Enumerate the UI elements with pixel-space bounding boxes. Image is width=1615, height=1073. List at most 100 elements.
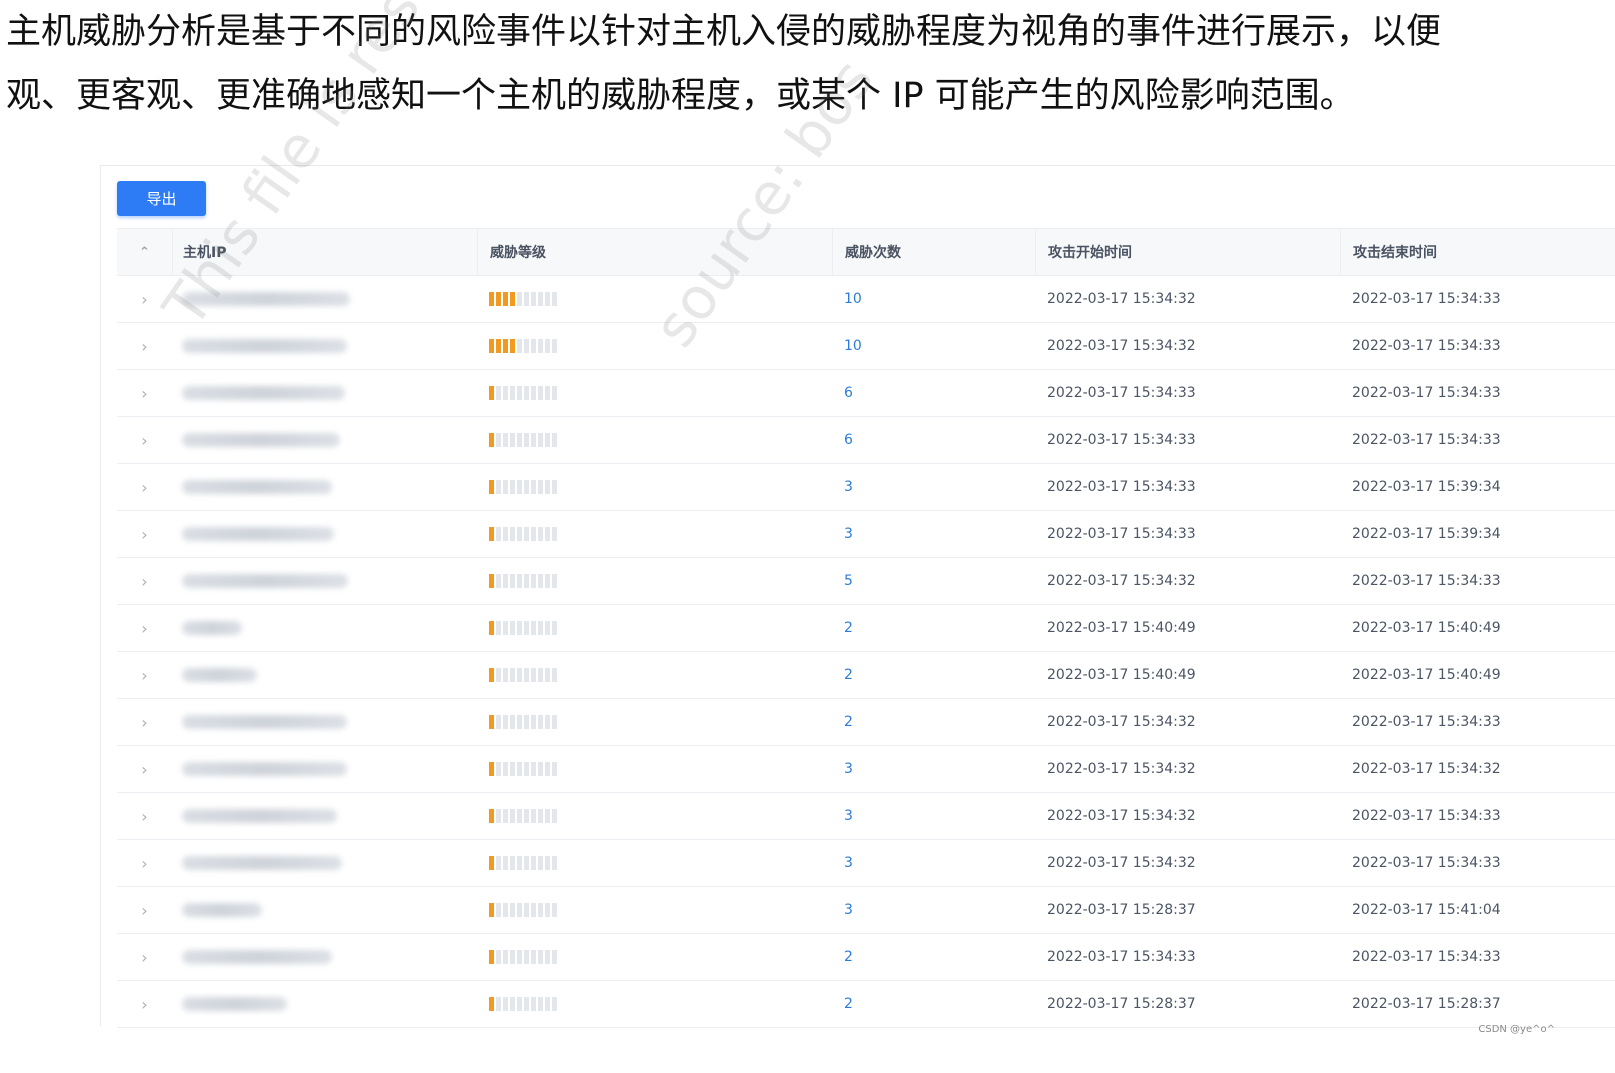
- redacted-ip: [182, 715, 347, 729]
- threat-level-segment: [552, 668, 557, 682]
- threat-level-segment: [489, 339, 494, 353]
- host-ip-cell: [172, 276, 477, 322]
- table-row[interactable]: › 3 2022-03-17 15:34:33 2022-03-17 15:39:34: [117, 511, 1615, 558]
- expand-row-icon[interactable]: ›: [117, 995, 172, 1014]
- threat-level-segment: [503, 997, 508, 1011]
- attack-end-time: 2022-03-17 15:39:34: [1352, 479, 1501, 495]
- attack-start-time: 2022-03-17 15:34:32: [1047, 808, 1196, 824]
- expand-row-icon[interactable]: ›: [117, 337, 172, 356]
- attack-start-time: 2022-03-17 15:40:49: [1047, 620, 1196, 636]
- threat-count-link[interactable]: 2: [844, 996, 853, 1012]
- collapse-all-icon[interactable]: ⌃: [117, 245, 172, 260]
- expand-row-icon[interactable]: ›: [117, 713, 172, 732]
- table-row[interactable]: › 3 2022-03-17 15:28:37 2022-03-17 15:41:04: [117, 887, 1615, 934]
- threat-level-segment: [524, 339, 529, 353]
- threat-level-bar: [489, 433, 557, 447]
- redacted-ip: [182, 950, 332, 964]
- chevron-right-icon: ›: [141, 430, 148, 450]
- threat-count-link[interactable]: 2: [844, 714, 853, 730]
- chevron-right-icon: ›: [141, 900, 148, 920]
- threat-count-link[interactable]: 5: [844, 573, 853, 589]
- header-attack-start-time[interactable]: 攻击开始时间: [1035, 229, 1340, 275]
- threat-count-link[interactable]: 3: [844, 479, 853, 495]
- threat-level-cell: [477, 793, 832, 839]
- table-row[interactable]: › 2 2022-03-17 15:40:49 2022-03-17 15:40:49: [117, 605, 1615, 652]
- threat-level-segment: [524, 668, 529, 682]
- table-body: › 10 2022-03-17 15:34:32 2022-03-17 15:34:3…: [117, 276, 1615, 1028]
- table-row[interactable]: › 2 2022-03-17 15:34:32 2022-03-17 15:34:33: [117, 699, 1615, 746]
- threat-level-segment: [503, 386, 508, 400]
- table-row[interactable]: › 2 2022-03-17 15:28:37 2022-03-17 15:28:37: [117, 981, 1615, 1028]
- threat-level-segment: [538, 809, 543, 823]
- expand-row-icon[interactable]: ›: [117, 760, 172, 779]
- expand-row-icon[interactable]: ›: [117, 431, 172, 450]
- threat-level-segment: [552, 856, 557, 870]
- threat-level-segment: [538, 527, 543, 541]
- threat-level-segment: [531, 856, 536, 870]
- expand-row-icon[interactable]: ›: [117, 807, 172, 826]
- chevron-right-icon: ›: [141, 853, 148, 873]
- threat-count-link[interactable]: 6: [844, 432, 853, 448]
- table-row[interactable]: › 3 2022-03-17 15:34:33 2022-03-17 15:39:34: [117, 464, 1615, 511]
- threat-level-bar: [489, 903, 557, 917]
- threat-count-link[interactable]: 3: [844, 855, 853, 871]
- threat-count-cell: 3: [832, 464, 1035, 510]
- table-row[interactable]: › 2 2022-03-17 15:40:49 2022-03-17 15:40:49: [117, 652, 1615, 699]
- table-row[interactable]: › 3 2022-03-17 15:34:32 2022-03-17 15:34:33: [117, 793, 1615, 840]
- header-attack-end-time[interactable]: 攻击结束时间: [1340, 229, 1615, 275]
- threat-level-segment: [552, 903, 557, 917]
- expand-row-icon[interactable]: ›: [117, 901, 172, 920]
- expand-row-icon[interactable]: ›: [117, 478, 172, 497]
- table-row[interactable]: › 10 2022-03-17 15:34:32 2022-03-17 15:34:3…: [117, 323, 1615, 370]
- threat-level-segment: [524, 574, 529, 588]
- threat-count-link[interactable]: 3: [844, 808, 853, 824]
- threat-count-link[interactable]: 2: [844, 949, 853, 965]
- threat-level-segment: [524, 856, 529, 870]
- threat-level-segment: [531, 621, 536, 635]
- threat-level-segment: [517, 762, 522, 776]
- threat-count-link[interactable]: 3: [844, 902, 853, 918]
- expand-row-icon[interactable]: ›: [117, 290, 172, 309]
- expand-row-icon[interactable]: ›: [117, 619, 172, 638]
- table-row[interactable]: › 3 2022-03-17 15:34:32 2022-03-17 15:34:33: [117, 840, 1615, 887]
- attack-end-time: 2022-03-17 15:34:33: [1352, 808, 1501, 824]
- header-threat-level[interactable]: 威胁等级: [477, 229, 832, 275]
- threat-count-cell: 6: [832, 370, 1035, 416]
- table-row[interactable]: › 6 2022-03-17 15:34:33 2022-03-17 15:34:33: [117, 417, 1615, 464]
- expand-row-icon[interactable]: ›: [117, 948, 172, 967]
- header-threat-count[interactable]: 威胁次数: [832, 229, 1035, 275]
- chevron-right-icon: ›: [141, 994, 148, 1014]
- threat-count-link[interactable]: 10: [844, 338, 862, 354]
- expand-row-icon[interactable]: ›: [117, 666, 172, 685]
- expand-row-icon[interactable]: ›: [117, 384, 172, 403]
- threat-count-cell: 3: [832, 887, 1035, 933]
- table-row[interactable]: › 6 2022-03-17 15:34:33 2022-03-17 15:34:33: [117, 370, 1615, 417]
- export-button[interactable]: 导出: [117, 181, 206, 216]
- table-row[interactable]: › 3 2022-03-17 15:34:32 2022-03-17 15:34:32: [117, 746, 1615, 793]
- table-row[interactable]: › 5 2022-03-17 15:34:32 2022-03-17 15:34:33: [117, 558, 1615, 605]
- threat-count-link[interactable]: 3: [844, 761, 853, 777]
- threat-level-segment: [503, 433, 508, 447]
- threat-level-segment: [538, 903, 543, 917]
- expand-row-icon[interactable]: ›: [117, 854, 172, 873]
- threat-level-segment: [489, 621, 494, 635]
- threat-count-link[interactable]: 3: [844, 526, 853, 542]
- threat-level-segment: [524, 809, 529, 823]
- expand-row-icon[interactable]: ›: [117, 572, 172, 591]
- threat-count-link[interactable]: 2: [844, 667, 853, 683]
- host-threat-table: ⌃ 主机IP 威胁等级 威胁次数 攻击开始时间 攻击结束时间 › 10 2022-0…: [117, 228, 1615, 1028]
- threat-count-link[interactable]: 2: [844, 620, 853, 636]
- table-row[interactable]: › 2 2022-03-17 15:34:33 2022-03-17 15:34:33: [117, 934, 1615, 981]
- threat-level-segment: [545, 527, 550, 541]
- table-row[interactable]: › 10 2022-03-17 15:34:32 2022-03-17 15:34:3…: [117, 276, 1615, 323]
- threat-level-segment: [489, 762, 494, 776]
- threat-level-bar: [489, 715, 557, 729]
- threat-level-cell: [477, 934, 832, 980]
- threat-level-segment: [510, 903, 515, 917]
- header-host-ip[interactable]: 主机IP: [172, 229, 477, 275]
- threat-count-link[interactable]: 6: [844, 385, 853, 401]
- threat-level-segment: [503, 762, 508, 776]
- threat-level-cell: [477, 464, 832, 510]
- threat-count-link[interactable]: 10: [844, 291, 862, 307]
- expand-row-icon[interactable]: ›: [117, 525, 172, 544]
